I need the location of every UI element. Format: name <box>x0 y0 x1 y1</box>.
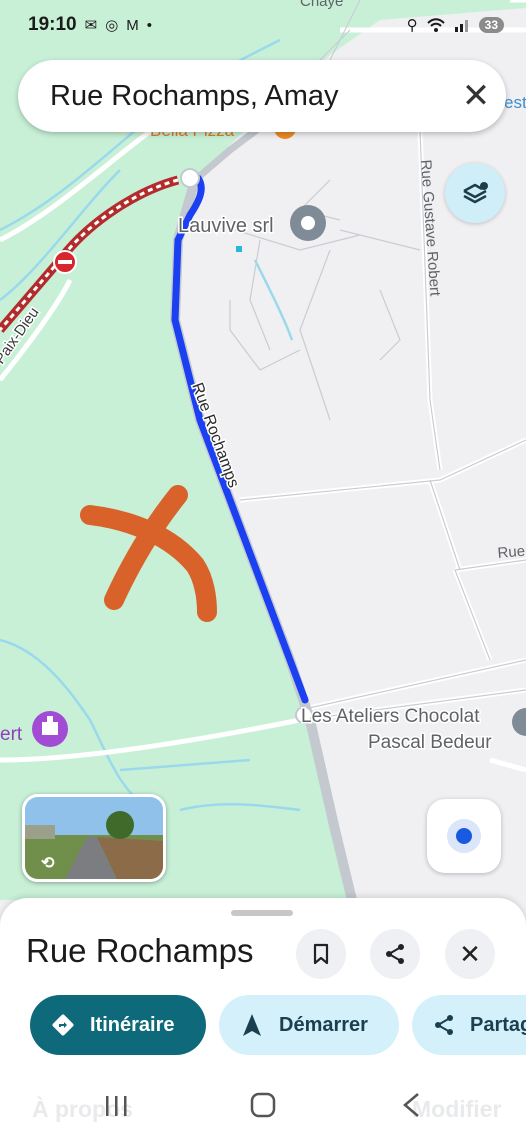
share-icon <box>386 944 404 964</box>
status-time: 19:10 <box>28 14 77 35</box>
bookmark-icon <box>313 943 329 965</box>
signal-icon <box>454 20 468 32</box>
label-chocolat-line1[interactable]: Les Ateliers Chocolat <box>300 705 482 729</box>
start-label: Démarrer <box>279 1013 368 1036</box>
close-icon[interactable]: ✕ <box>446 76 506 116</box>
gmail-icon: M <box>126 16 139 34</box>
system-nav-bar <box>106 1092 419 1118</box>
label-ert-partial: ert <box>0 724 23 745</box>
directions-label: Itinéraire <box>90 1013 175 1036</box>
location-icon: ⚲ <box>406 17 418 34</box>
map-marker-small <box>236 246 242 252</box>
recent-apps-icon[interactable] <box>106 1096 127 1116</box>
poi-pin-icon <box>290 205 326 241</box>
close-icon: ✕ <box>459 938 481 969</box>
label-chocolat-line2[interactable]: Pascal Bedeur <box>367 731 494 755</box>
hotspot-icon: ◎ <box>105 17 119 34</box>
layers-icon <box>463 182 488 204</box>
wifi-icon <box>426 18 445 32</box>
status-bar: 19:10 ✉ ◎ M • ⚲ 33 <box>0 0 526 50</box>
search-bar[interactable]: Rue Rochamps, Amay ✕ <box>18 60 506 132</box>
navigation-arrow-icon <box>243 1014 261 1036</box>
directions-button[interactable]: Itinéraire <box>30 995 206 1055</box>
my-location-icon <box>447 819 481 853</box>
castle-icon <box>32 711 68 747</box>
label-lauvive[interactable]: Lauvive srl <box>177 214 276 239</box>
share-chip-button[interactable]: Partager <box>412 995 526 1055</box>
street-view-360-icon: ⟲ <box>41 855 55 872</box>
label-rue-partial: Rue <box>497 543 526 562</box>
layers-button[interactable] <box>445 163 505 223</box>
roundabout <box>180 168 200 188</box>
battery-indicator: 33 <box>478 17 504 33</box>
share-chip-label: Partager <box>470 1013 526 1036</box>
home-icon[interactable] <box>250 1092 276 1118</box>
back-icon[interactable] <box>403 1093 419 1117</box>
close-sheet-button[interactable]: ✕ <box>445 929 495 979</box>
action-chips: Itinéraire Démarrer Partager <box>30 995 526 1057</box>
my-location-button[interactable] <box>427 799 501 873</box>
share-button[interactable] <box>370 929 420 979</box>
dot-icon: • <box>146 16 153 34</box>
mail-icon: ✉ <box>84 17 98 34</box>
place-title: Rue Rochamps <box>26 932 254 969</box>
directions-icon <box>52 1014 74 1036</box>
place-sheet[interactable]: Rue Rochamps ✕ Itinéraire Démarrer Parta… <box>0 898 526 1140</box>
no-entry-icon <box>53 250 77 274</box>
label-est-partial: est <box>504 93 526 112</box>
search-input[interactable]: Rue Rochamps, Amay <box>18 80 446 113</box>
save-button[interactable] <box>296 929 346 979</box>
drag-handle[interactable] <box>231 910 293 916</box>
street-view-thumbnail[interactable]: ⟲ <box>22 794 166 882</box>
start-button[interactable]: Démarrer <box>219 995 399 1055</box>
share-icon <box>435 1015 453 1035</box>
